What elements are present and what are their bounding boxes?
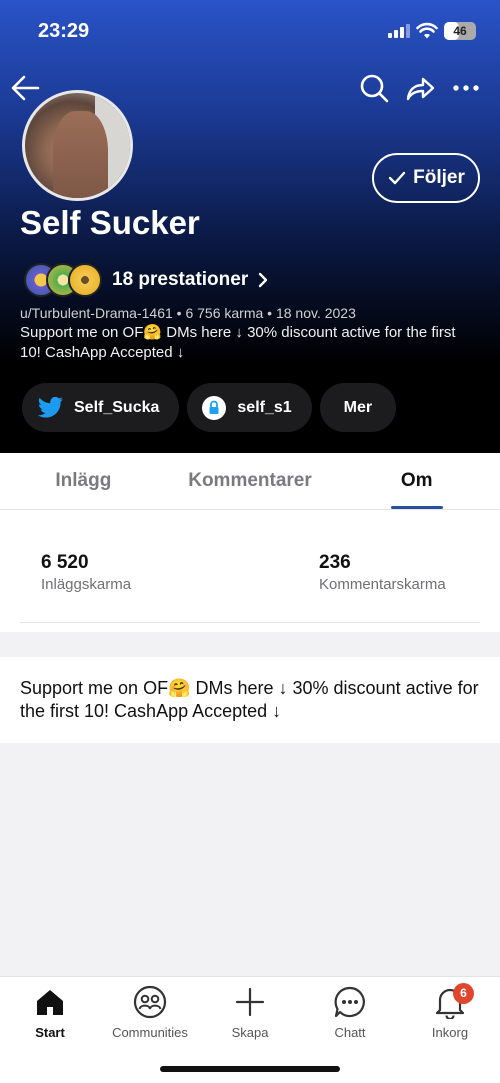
nav-label: Chatt bbox=[334, 1025, 366, 1040]
checkmark-icon bbox=[388, 171, 406, 185]
plus-icon bbox=[235, 987, 265, 1017]
battery-level: 46 bbox=[453, 24, 467, 38]
status-time: 23:29 bbox=[38, 20, 90, 42]
profile-meta: u/Turbulent-Drama-1461 • 6 756 karma • 1… bbox=[20, 305, 356, 321]
more-links-label: Mer bbox=[343, 398, 373, 416]
tab-posts[interactable]: Inlägg bbox=[0, 453, 167, 509]
search-icon bbox=[360, 74, 389, 103]
nav-label: Inkorg bbox=[431, 1025, 469, 1040]
post-karma-value: 6 520 bbox=[41, 552, 89, 573]
more-horizontal-icon bbox=[453, 85, 479, 91]
following-button[interactable]: Följer bbox=[372, 153, 480, 203]
chat-icon bbox=[334, 986, 365, 1018]
social-link-label: self_s1 bbox=[237, 398, 292, 416]
profile-tabs: Inlägg Kommentarer Om bbox=[0, 453, 500, 510]
social-link-label: Self_Sucka bbox=[74, 398, 160, 416]
post-karma-label: Inläggskarma bbox=[41, 576, 132, 593]
profile-bio: Support me on OF🤗 DMs here ↓ 30% discoun… bbox=[20, 324, 456, 361]
search-button[interactable] bbox=[358, 70, 390, 106]
following-label: Följer bbox=[413, 167, 465, 188]
social-link-onlyfans[interactable]: self_s1 bbox=[187, 383, 312, 432]
home-icon bbox=[37, 990, 63, 1015]
comment-karma: 236 Kommentarskarma bbox=[319, 552, 446, 593]
divider bbox=[20, 622, 480, 623]
arrow-left-icon bbox=[11, 75, 40, 101]
more-options-button[interactable] bbox=[450, 70, 482, 106]
comment-karma-label: Kommentarskarma bbox=[319, 576, 446, 593]
achievements-link[interactable]: 18 prestationer bbox=[24, 262, 270, 298]
tab-about[interactable]: Om bbox=[333, 453, 500, 509]
about-section: Support me on OF🤗 DMs here ↓ 30% discoun… bbox=[0, 657, 500, 743]
nav-inbox[interactable]: Inkorg 6 bbox=[400, 977, 500, 1083]
profile-header: 23:29 46 Följer Self Sucker 18 prestatio… bbox=[0, 0, 500, 453]
karma-section: 6 520 Inläggskarma 236 Kommentarskarma bbox=[0, 510, 500, 632]
back-button[interactable] bbox=[8, 70, 44, 106]
cellular-signal-icon bbox=[388, 24, 410, 38]
social-link-twitter[interactable]: Self_Sucka bbox=[22, 383, 180, 432]
trophy-badge-icon bbox=[68, 263, 102, 297]
status-bar: 23:29 46 bbox=[0, 0, 500, 60]
nav-label: Start bbox=[35, 1025, 65, 1040]
achievements-label: 18 prestationer bbox=[112, 269, 249, 290]
nav-start[interactable]: Start bbox=[0, 977, 100, 1083]
inbox-count-badge: 6 bbox=[453, 983, 474, 1004]
more-links-button[interactable]: Mer bbox=[319, 383, 397, 432]
nav-label: Skapa bbox=[231, 1025, 269, 1040]
home-indicator bbox=[160, 1066, 340, 1072]
comment-karma-value: 236 bbox=[319, 552, 351, 573]
share-arrow-icon bbox=[406, 77, 435, 101]
post-karma: 6 520 Inläggskarma bbox=[41, 552, 131, 593]
twitter-icon bbox=[37, 396, 63, 418]
nav-label: Communities bbox=[112, 1025, 188, 1040]
tab-comments[interactable]: Kommentarer bbox=[167, 453, 334, 509]
chevron-right-icon bbox=[259, 272, 268, 288]
onlyfans-lock-icon bbox=[202, 395, 227, 420]
profile-avatar[interactable] bbox=[22, 90, 133, 201]
about-text: Support me on OF🤗 DMs here ↓ 30% discoun… bbox=[20, 678, 479, 721]
share-button[interactable] bbox=[404, 70, 436, 106]
profile-display-name: Self Sucker bbox=[20, 204, 200, 241]
communities-icon bbox=[133, 985, 167, 1019]
battery-icon: 46 bbox=[444, 22, 476, 40]
wifi-icon bbox=[416, 22, 438, 39]
